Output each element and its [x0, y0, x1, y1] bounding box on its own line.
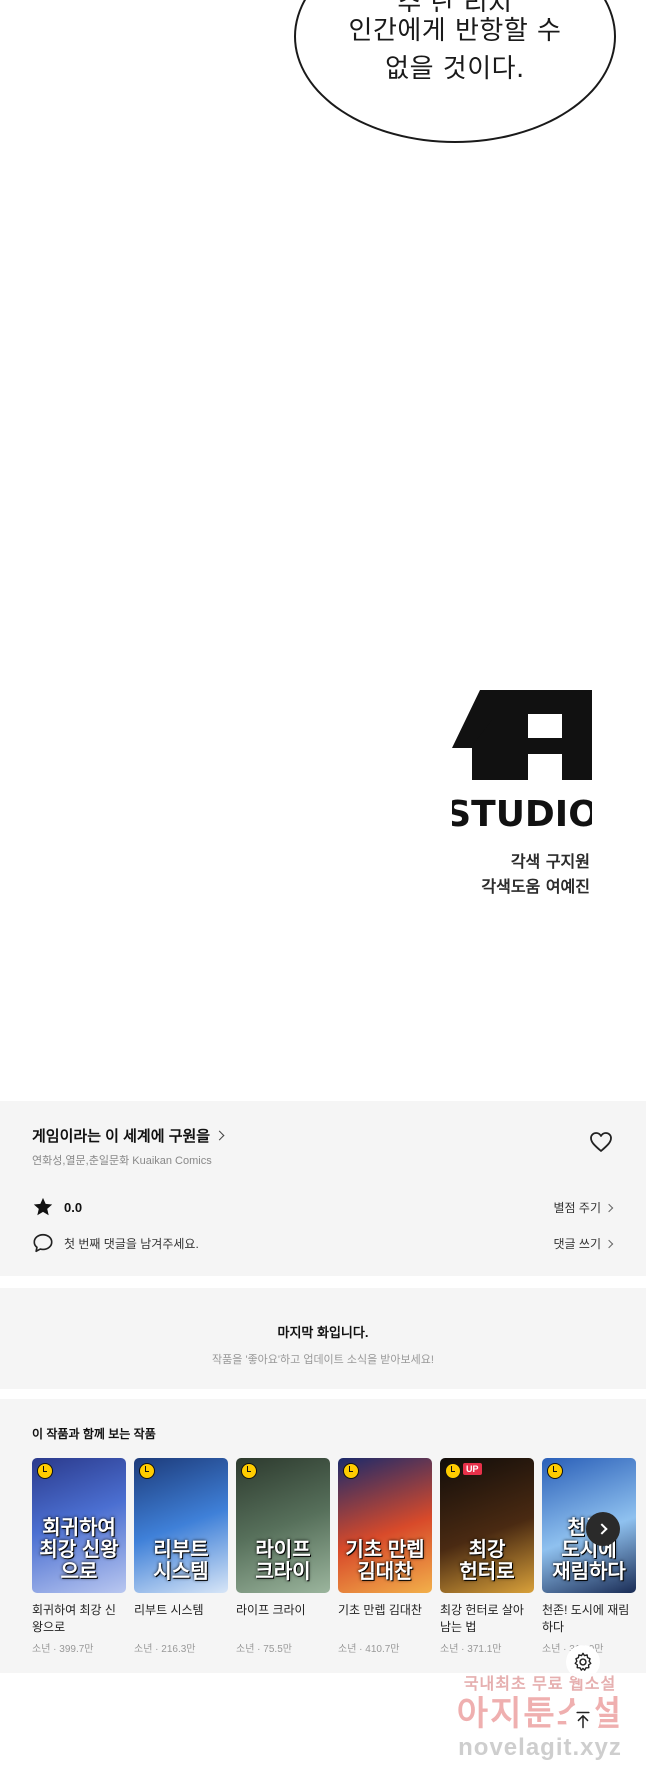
- watermark: 국내최초 무료 웹소설 아지툰소설 novelagit.xyz: [440, 1670, 640, 1762]
- recommendation-card[interactable]: 리부트 시스템 리부트 시스템 소년 · 216.3만: [134, 1458, 228, 1655]
- comic-panel: 수 난 리지 인간에게 반항할 수 없을 것이다. STUDIO 각색 구지원 …: [0, 0, 646, 1101]
- chevron-right-icon: [604, 1239, 614, 1248]
- rating-row: 0.0: [32, 1196, 82, 1218]
- card-title[interactable]: 리부트 시스템: [134, 1602, 228, 1636]
- clock-icon: [241, 1463, 257, 1479]
- recommendation-card[interactable]: 회귀하여 최강 신왕으로 회귀하여 최강 신왕으로 소년 · 399.7만: [32, 1458, 126, 1655]
- series-meta: 연화성,열문,춘일문화 Kuaikan Comics: [32, 1155, 212, 1167]
- card-meta: 소년 · 371.1만: [440, 1644, 502, 1655]
- credit-adaptation-assist: 각색도움 여예진: [481, 877, 590, 896]
- series-info-card: 게임이라는 이 세계에 구원을 연화성,열문,춘일문화 Kuaikan Comi…: [0, 1101, 646, 1276]
- last-episode-subtitle: 작품을 '좋아요'하고 업데이트 소식을 받아보세요!: [212, 1354, 434, 1366]
- cover-title: 기초 만렙 김대찬: [345, 1539, 425, 1583]
- last-episode-notice: 마지막 화입니다. 작품을 '좋아요'하고 업데이트 소식을 받아보세요!: [0, 1288, 646, 1389]
- recommendations: 이 작품과 함께 보는 작품 회귀하여 최강 신왕으로 회귀하여 최강 신왕으로 …: [0, 1399, 646, 1673]
- scroll-top-button[interactable]: [566, 1703, 600, 1737]
- rating-value: 0.0: [64, 1199, 83, 1215]
- last-episode-title: 마지막 화입니다.: [277, 1325, 369, 1340]
- comment-prompt[interactable]: 첫 번째 댓글을 남겨주세요.: [32, 1232, 199, 1254]
- speech-bubble-text: 수 난 리지 인간에게 반항할 수 없을 것이다.: [294, 0, 616, 88]
- series-title-link[interactable]: 게임이라는 이 세계에 구원을: [32, 1125, 225, 1146]
- cover-thumbnail[interactable]: 기초 만렙 김대찬: [338, 1458, 432, 1593]
- recommendation-card[interactable]: 천존!도시에재림하다 천존! 도시에 재림하다 소년 · 312.9만: [542, 1458, 636, 1655]
- card-meta: 소년 · 399.7만: [32, 1644, 94, 1655]
- clock-icon: [547, 1463, 563, 1479]
- credits: 각색 구지원 각색도움 여예진: [440, 849, 590, 899]
- comment-bubble-icon: [33, 1233, 53, 1253]
- write-comment-label: 댓글 쓰기: [553, 1237, 602, 1251]
- chevron-right-icon: [595, 1523, 608, 1535]
- series-title: 게임이라는 이 세계에 구원을: [32, 1128, 211, 1145]
- cover-thumbnail[interactable]: 라이프 크라이: [236, 1458, 330, 1593]
- clock-icon: [139, 1463, 155, 1479]
- recommendation-card[interactable]: 기초 만렙 김대찬 기초 만렙 김대찬 소년 · 410.7만: [338, 1458, 432, 1655]
- chevron-right-icon: [604, 1203, 614, 1212]
- recommendation-card[interactable]: 라이프 크라이 라이프 크라이 소년 · 75.5만: [236, 1458, 330, 1655]
- cover-thumbnail[interactable]: 리부트 시스템: [134, 1458, 228, 1593]
- card-meta: 소년 · 410.7만: [338, 1644, 400, 1655]
- clock-icon: [343, 1463, 359, 1479]
- recommendation-card[interactable]: UP 최강 헌터로 최강 헌터로 살아남는 법 소년 · 371.1만: [440, 1458, 534, 1655]
- bubble-line-3: 없을 것이다.: [385, 54, 525, 84]
- cover-thumbnail[interactable]: UP 최강 헌터로: [440, 1458, 534, 1593]
- carousel-next-button[interactable]: [586, 1512, 620, 1546]
- cover-thumbnail[interactable]: 회귀하여 최강 신왕으로: [32, 1458, 126, 1593]
- clock-icon: [445, 1463, 461, 1479]
- credit-adaptation: 각색 구지원: [510, 852, 590, 871]
- recommendation-carousel[interactable]: 회귀하여 최강 신왕으로 회귀하여 최강 신왕으로 소년 · 399.7만 리부트…: [32, 1458, 636, 1655]
- rate-button-label: 별점 주기: [553, 1201, 602, 1215]
- star-icon: [33, 1197, 53, 1216]
- studio-logo: STUDIO: [452, 690, 592, 832]
- bubble-line-2: 인간에게 반항할 수: [348, 16, 562, 46]
- recommendations-heading: 이 작품과 함께 보는 작품: [32, 1427, 156, 1441]
- chevron-right-icon: [214, 1130, 225, 1141]
- up-badge: UP: [463, 1463, 482, 1475]
- card-title[interactable]: 천존! 도시에 재림하다: [542, 1602, 636, 1636]
- watermark-line-3: novelagit.xyz: [458, 1734, 622, 1761]
- heart-icon[interactable]: [589, 1131, 613, 1153]
- watermark-line-1: 국내최초 무료 웹소설: [463, 1676, 617, 1693]
- cover-title: 라이프 크라이: [255, 1539, 311, 1583]
- card-meta: 소년 · 75.5만: [236, 1644, 292, 1655]
- rate-button[interactable]: 별점 주기: [553, 1199, 614, 1216]
- card-title[interactable]: 회귀하여 최강 신왕으로: [32, 1602, 126, 1636]
- card-meta: 소년 · 216.3만: [134, 1644, 196, 1655]
- cover-title: 회귀하여 최강 신왕으로: [39, 1517, 119, 1583]
- studio-logo-text: STUDIO: [452, 794, 592, 832]
- cover-title: 최강 헌터로: [459, 1539, 515, 1583]
- write-comment-button[interactable]: 댓글 쓰기: [553, 1235, 614, 1252]
- bubble-line-1: 수 난 리지: [294, 0, 616, 12]
- card-title[interactable]: 라이프 크라이: [236, 1602, 330, 1636]
- card-title[interactable]: 기초 만렙 김대찬: [338, 1602, 432, 1636]
- arrow-up-icon: [576, 1711, 590, 1729]
- settings-button[interactable]: [566, 1645, 600, 1679]
- comment-placeholder: 첫 번째 댓글을 남겨주세요.: [64, 1236, 199, 1251]
- clock-icon: [37, 1463, 53, 1479]
- gear-icon: [574, 1652, 592, 1671]
- card-title[interactable]: 최강 헌터로 살아남는 법: [440, 1602, 534, 1636]
- cover-title: 리부트 시스템: [153, 1539, 209, 1583]
- watermark-line-2: 아지툰소설: [456, 1695, 624, 1733]
